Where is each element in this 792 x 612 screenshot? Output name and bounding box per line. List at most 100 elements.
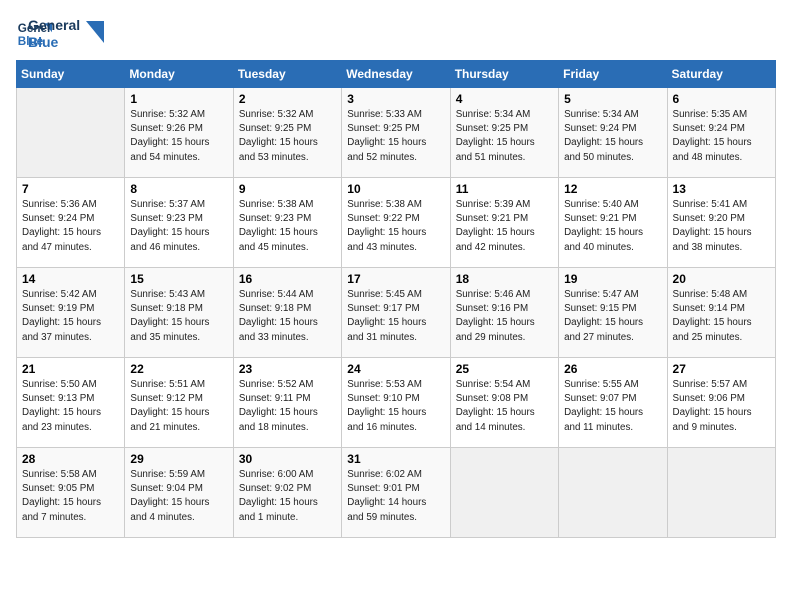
day-number: 27: [673, 362, 770, 376]
day-number: 9: [239, 182, 336, 196]
day-info: Sunrise: 5:38 AM Sunset: 9:22 PM Dayligh…: [347, 198, 444, 255]
calendar-week-row: 7Sunrise: 5:36 AM Sunset: 9:24 PM Daylig…: [17, 178, 776, 268]
calendar-cell: 11Sunrise: 5:39 AM Sunset: 9:21 PM Dayli…: [450, 178, 558, 268]
calendar-cell: 18Sunrise: 5:46 AM Sunset: 9:16 PM Dayli…: [450, 268, 558, 358]
day-number: 15: [130, 272, 227, 286]
calendar-cell: 10 Sunrise: 5:38 AM Sunset: 9:22 PM Dayli…: [342, 178, 450, 268]
day-number: 11: [456, 182, 553, 196]
day-number: 28: [22, 452, 119, 466]
day-info: Sunrise: 5:48 AM Sunset: 9:14 PM Dayligh…: [673, 288, 770, 345]
day-info: Sunrise: 5:33 AM Sunset: 9:25 PM Dayligh…: [347, 108, 444, 165]
day-number: 26: [564, 362, 661, 376]
day-info: Sunrise: 5:40 AM Sunset: 9:21 PM Dayligh…: [564, 198, 661, 255]
day-info: Sunrise: 5:58 AM Sunset: 9:05 PM Dayligh…: [22, 468, 119, 525]
day-number: 6: [673, 92, 770, 106]
day-info: Sunrise: 5:51 AM Sunset: 9:12 PM Dayligh…: [130, 378, 227, 435]
col-header-monday: Monday: [125, 61, 233, 88]
calendar-cell: 23Sunrise: 5:52 AM Sunset: 9:11 PM Dayli…: [233, 358, 341, 448]
day-info: Sunrise: 5:35 AM Sunset: 9:24 PM Dayligh…: [673, 108, 770, 165]
day-number: 7: [22, 182, 119, 196]
calendar-week-row: 1 Sunrise: 5:32 AM Sunset: 9:26 PM Daylig…: [17, 88, 776, 178]
day-number: 29: [130, 452, 227, 466]
day-number: 2: [239, 92, 336, 106]
calendar-cell: 31 Sunrise: 6:02 AM Sunset: 9:01 PM Dayli…: [342, 448, 450, 538]
calendar-cell: [450, 448, 558, 538]
day-info: Sunrise: 5:47 AM Sunset: 9:15 PM Dayligh…: [564, 288, 661, 345]
calendar-table: SundayMondayTuesdayWednesdayThursdayFrid…: [16, 60, 776, 538]
col-header-thursday: Thursday: [450, 61, 558, 88]
logo-text-blue: Blue: [28, 34, 58, 51]
calendar-cell: 22 Sunrise: 5:51 AM Sunset: 9:12 PM Dayli…: [125, 358, 233, 448]
day-number: 3: [347, 92, 444, 106]
calendar-cell: 30 Sunrise: 6:00 AM Sunset: 9:02 PM Dayli…: [233, 448, 341, 538]
logo: General Blue General Blue: [16, 16, 104, 52]
day-number: 12: [564, 182, 661, 196]
calendar-cell: 14Sunrise: 5:42 AM Sunset: 9:19 PM Dayli…: [17, 268, 125, 358]
calendar-cell: 25Sunrise: 5:54 AM Sunset: 9:08 PM Dayli…: [450, 358, 558, 448]
logo-text-general: General: [28, 17, 80, 34]
calendar-cell: 2 Sunrise: 5:32 AM Sunset: 9:25 PM Daylig…: [233, 88, 341, 178]
calendar-cell: 6 Sunrise: 5:35 AM Sunset: 9:24 PM Daylig…: [667, 88, 775, 178]
day-number: 10: [347, 182, 444, 196]
day-number: 20: [673, 272, 770, 286]
calendar-cell: 24 Sunrise: 5:53 AM Sunset: 9:10 PM Dayli…: [342, 358, 450, 448]
day-info: Sunrise: 5:55 AM Sunset: 9:07 PM Dayligh…: [564, 378, 661, 435]
day-info: Sunrise: 5:46 AM Sunset: 9:16 PM Dayligh…: [456, 288, 553, 345]
day-number: 17: [347, 272, 444, 286]
day-info: Sunrise: 5:38 AM Sunset: 9:23 PM Dayligh…: [239, 198, 336, 255]
day-info: Sunrise: 5:37 AM Sunset: 9:23 PM Dayligh…: [130, 198, 227, 255]
day-info: Sunrise: 5:32 AM Sunset: 9:26 PM Dayligh…: [130, 108, 227, 165]
calendar-cell: [667, 448, 775, 538]
calendar-cell: 1 Sunrise: 5:32 AM Sunset: 9:26 PM Daylig…: [125, 88, 233, 178]
day-info: Sunrise: 5:59 AM Sunset: 9:04 PM Dayligh…: [130, 468, 227, 525]
day-number: 4: [456, 92, 553, 106]
day-number: 24: [347, 362, 444, 376]
day-info: Sunrise: 5:43 AM Sunset: 9:18 PM Dayligh…: [130, 288, 227, 345]
calendar-cell: 27Sunrise: 5:57 AM Sunset: 9:06 PM Dayli…: [667, 358, 775, 448]
calendar-cell: [17, 88, 125, 178]
day-info: Sunrise: 5:41 AM Sunset: 9:20 PM Dayligh…: [673, 198, 770, 255]
calendar-cell: 19 Sunrise: 5:47 AM Sunset: 9:15 PM Dayli…: [559, 268, 667, 358]
col-header-wednesday: Wednesday: [342, 61, 450, 88]
day-number: 14: [22, 272, 119, 286]
calendar-cell: 8 Sunrise: 5:37 AM Sunset: 9:23 PM Daylig…: [125, 178, 233, 268]
day-info: Sunrise: 5:32 AM Sunset: 9:25 PM Dayligh…: [239, 108, 336, 165]
col-header-friday: Friday: [559, 61, 667, 88]
day-info: Sunrise: 6:00 AM Sunset: 9:02 PM Dayligh…: [239, 468, 336, 525]
calendar-cell: 26 Sunrise: 5:55 AM Sunset: 9:07 PM Dayli…: [559, 358, 667, 448]
calendar-cell: 21 Sunrise: 5:50 AM Sunset: 9:13 PM Dayli…: [17, 358, 125, 448]
calendar-cell: 5 Sunrise: 5:34 AM Sunset: 9:24 PM Daylig…: [559, 88, 667, 178]
day-info: Sunrise: 5:52 AM Sunset: 9:11 PM Dayligh…: [239, 378, 336, 435]
calendar-cell: 15 Sunrise: 5:43 AM Sunset: 9:18 PM Dayli…: [125, 268, 233, 358]
day-info: Sunrise: 5:34 AM Sunset: 9:25 PM Dayligh…: [456, 108, 553, 165]
calendar-cell: [559, 448, 667, 538]
day-info: Sunrise: 5:50 AM Sunset: 9:13 PM Dayligh…: [22, 378, 119, 435]
calendar-cell: 3 Sunrise: 5:33 AM Sunset: 9:25 PM Daylig…: [342, 88, 450, 178]
day-number: 19: [564, 272, 661, 286]
col-header-sunday: Sunday: [17, 61, 125, 88]
day-number: 30: [239, 452, 336, 466]
calendar-cell: 20 Sunrise: 5:48 AM Sunset: 9:14 PM Dayli…: [667, 268, 775, 358]
day-info: Sunrise: 5:53 AM Sunset: 9:10 PM Dayligh…: [347, 378, 444, 435]
calendar-week-row: 14Sunrise: 5:42 AM Sunset: 9:19 PM Dayli…: [17, 268, 776, 358]
page-header: General Blue General Blue: [16, 16, 776, 52]
day-number: 25: [456, 362, 553, 376]
day-info: Sunrise: 5:34 AM Sunset: 9:24 PM Dayligh…: [564, 108, 661, 165]
day-info: Sunrise: 5:45 AM Sunset: 9:17 PM Dayligh…: [347, 288, 444, 345]
day-number: 31: [347, 452, 444, 466]
calendar-week-row: 28 Sunrise: 5:58 AM Sunset: 9:05 PM Dayli…: [17, 448, 776, 538]
calendar-cell: 28 Sunrise: 5:58 AM Sunset: 9:05 PM Dayli…: [17, 448, 125, 538]
day-number: 21: [22, 362, 119, 376]
day-number: 5: [564, 92, 661, 106]
calendar-cell: 7Sunrise: 5:36 AM Sunset: 9:24 PM Daylig…: [17, 178, 125, 268]
calendar-cell: 13 Sunrise: 5:41 AM Sunset: 9:20 PM Dayli…: [667, 178, 775, 268]
calendar-header-row: SundayMondayTuesdayWednesdayThursdayFrid…: [17, 61, 776, 88]
col-header-tuesday: Tuesday: [233, 61, 341, 88]
day-number: 13: [673, 182, 770, 196]
day-info: Sunrise: 6:02 AM Sunset: 9:01 PM Dayligh…: [347, 468, 444, 525]
day-number: 8: [130, 182, 227, 196]
day-number: 1: [130, 92, 227, 106]
calendar-cell: 4 Sunrise: 5:34 AM Sunset: 9:25 PM Daylig…: [450, 88, 558, 178]
day-info: Sunrise: 5:44 AM Sunset: 9:18 PM Dayligh…: [239, 288, 336, 345]
day-number: 22: [130, 362, 227, 376]
